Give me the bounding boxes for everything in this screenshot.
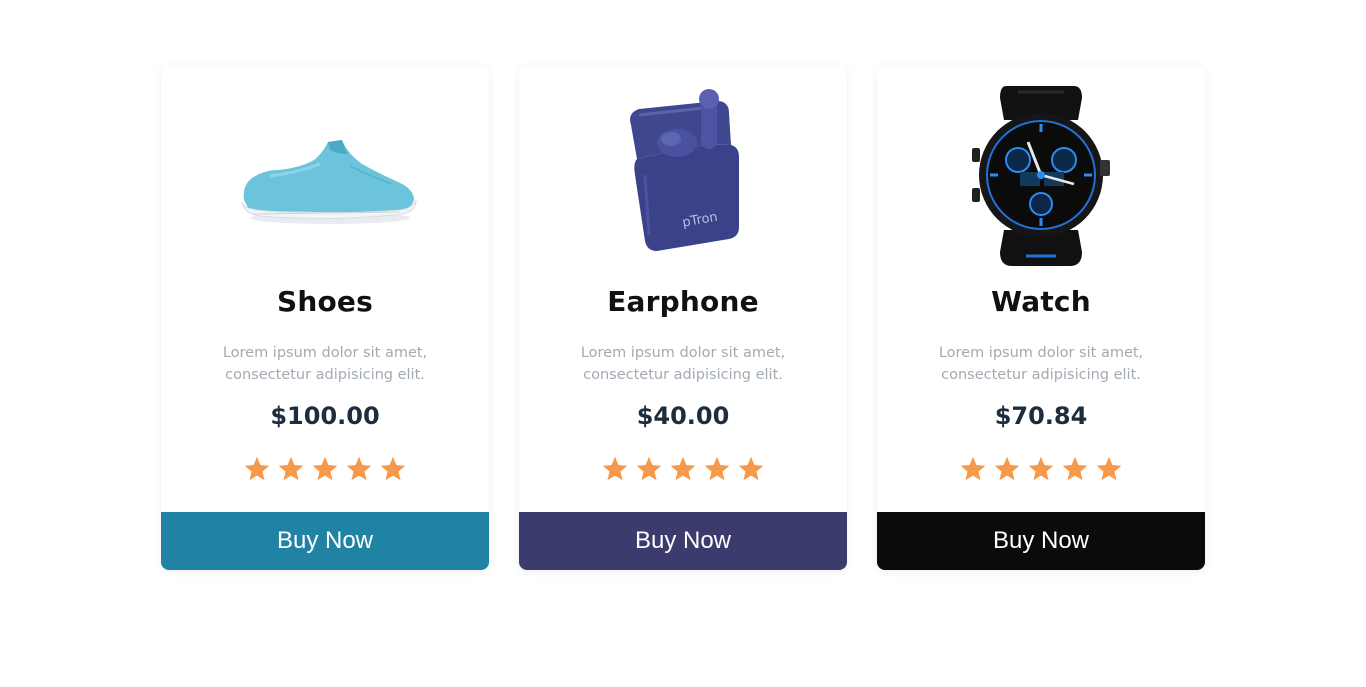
- star-icon: [1096, 456, 1122, 481]
- buy-now-button[interactable]: Buy Now: [877, 512, 1205, 570]
- star-icon: [602, 456, 628, 481]
- star-icon: [244, 456, 270, 481]
- product-card-shoes: Shoes Lorem ipsum dolor sit amet, consec…: [161, 65, 489, 570]
- product-page: Shoes Lorem ipsum dolor sit amet, consec…: [0, 0, 1366, 687]
- watch-icon: [972, 86, 1110, 266]
- product-card-watch: Watch Lorem ipsum dolor sit amet, consec…: [877, 65, 1205, 570]
- product-price: $70.84: [994, 402, 1088, 430]
- product-description: Lorem ipsum dolor sit amet, consectetur …: [222, 345, 428, 383]
- star-icon: [1062, 456, 1088, 481]
- buy-now-button[interactable]: Buy Now: [161, 512, 489, 570]
- product-image-watch: [877, 77, 1205, 273]
- product-card-earphone: pTron Earphone Lorem ipsum dolor sit ame…: [519, 65, 847, 570]
- shoe-icon: [241, 140, 417, 224]
- product-description: Lorem ipsum dolor sit amet, consectetur …: [938, 345, 1144, 383]
- rating-stars: [161, 455, 489, 485]
- star-icon: [704, 456, 730, 481]
- star-icon: [670, 456, 696, 481]
- star-icon: [994, 456, 1020, 481]
- star-icon: [960, 456, 986, 481]
- rating-stars: [519, 455, 847, 485]
- product-image-earphone: pTron: [519, 77, 847, 273]
- product-image-shoes: [161, 77, 489, 273]
- product-title: Watch: [991, 285, 1091, 318]
- product-title: Earphone: [607, 285, 759, 318]
- star-icon: [278, 456, 304, 481]
- star-icon: [738, 456, 764, 481]
- product-description: Lorem ipsum dolor sit amet, consectetur …: [580, 345, 786, 383]
- star-icon: [312, 456, 338, 481]
- star-icon: [1028, 456, 1054, 481]
- product-price: $100.00: [270, 402, 380, 430]
- product-price: $40.00: [636, 402, 730, 430]
- product-card-list: Shoes Lorem ipsum dolor sit amet, consec…: [161, 65, 1205, 570]
- earphone-icon: pTron: [630, 89, 739, 251]
- rating-stars: [877, 455, 1205, 485]
- product-title: Shoes: [277, 285, 373, 318]
- star-icon: [346, 456, 372, 481]
- star-icon: [380, 456, 406, 481]
- star-icon: [636, 456, 662, 481]
- buy-now-button[interactable]: Buy Now: [519, 512, 847, 570]
